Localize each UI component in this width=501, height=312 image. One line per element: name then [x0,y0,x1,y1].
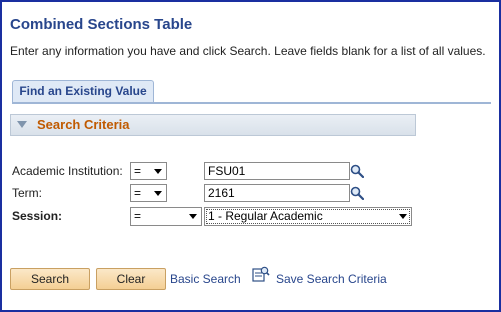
term-operator-select[interactable]: = [130,184,167,202]
session-value: 1 - Regular Academic [208,209,323,223]
search-button[interactable]: Search [10,268,90,290]
search-criteria-title: Search Criteria [37,117,130,132]
term-label: Term: [12,186,42,200]
operator-value: = [134,164,142,178]
instructions-text: Enter any information you have and click… [10,44,486,58]
academic-institution-lookup-icon[interactable] [350,164,364,178]
chevron-down-icon [399,214,407,219]
session-operator-select[interactable]: = [130,207,202,226]
tab-find-existing-value[interactable]: Find an Existing Value [12,80,154,102]
term-input[interactable]: 2161 [204,184,350,202]
session-label: Session: [12,209,63,223]
chevron-down-icon [189,214,197,219]
page-title: Combined Sections Table [10,16,193,33]
academic-institution-label: Academic Institution: [12,164,123,178]
academic-institution-operator-select[interactable]: = [130,162,167,180]
operator-value: = [134,209,142,223]
page-frame: Combined Sections Table Enter any inform… [0,0,501,312]
save-search-criteria-link[interactable]: Save Search Criteria [276,272,387,286]
clear-button[interactable]: Clear [96,268,166,290]
search-criteria-header[interactable]: Search Criteria [10,114,416,136]
collapse-triangle-icon[interactable] [17,121,27,128]
save-criteria-icon[interactable] [252,265,270,283]
term-lookup-icon[interactable] [350,186,364,200]
academic-institution-input[interactable]: FSU01 [204,162,350,180]
basic-search-link[interactable]: Basic Search [170,272,241,286]
chevron-down-icon [154,191,162,196]
tab-divider [12,102,491,104]
chevron-down-icon [154,169,162,174]
session-select[interactable]: 1 - Regular Academic [204,207,412,226]
operator-value: = [134,186,142,200]
